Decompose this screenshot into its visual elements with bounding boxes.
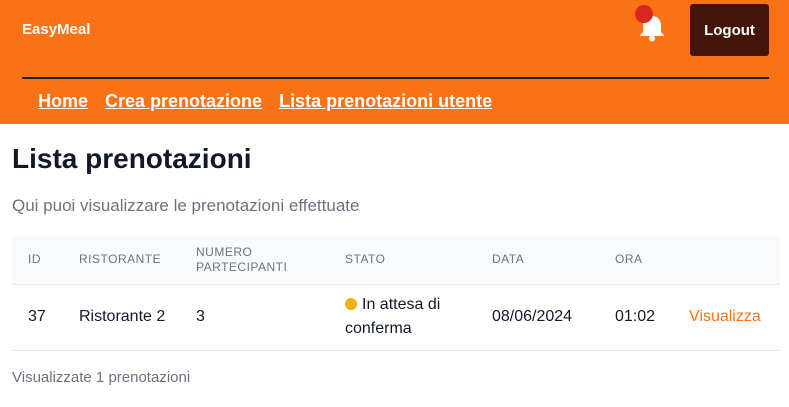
logout-button[interactable]: Logout (690, 4, 769, 56)
cell-date: 08/06/2024 (492, 308, 573, 325)
brand-logo[interactable]: EasyMeal (22, 21, 90, 38)
column-header-actions (673, 236, 780, 284)
main-nav: Home Crea prenotazione Lista prenotazion… (38, 91, 492, 112)
cell-time: 01:02 (615, 308, 656, 325)
status-badge: In attesa di conferma (345, 293, 457, 341)
column-header-id: ID (28, 252, 41, 267)
notification-badge (635, 5, 653, 23)
cell-action: Visualizza (673, 284, 780, 350)
nav-link-home[interactable]: Home (38, 91, 88, 112)
nav-link-create-reservation[interactable]: Crea prenotazione (105, 91, 262, 112)
reservations-table: ID RISTORANTE NUMERO PARTECIPANTI STATO … (12, 236, 780, 351)
column-header-date: DATA (492, 252, 525, 267)
column-header-participants: NUMERO PARTECIPANTI (196, 244, 288, 274)
status-label: In attesa di conferma (345, 296, 441, 337)
header-divider (22, 77, 769, 79)
results-count: Visualizzate 1 prenotazioni (12, 369, 191, 386)
column-header-time: ORA (615, 252, 643, 267)
status-dot-icon (345, 298, 357, 310)
page-subtitle: Qui puoi visualizzare le prenotazioni ef… (12, 196, 360, 215)
column-header-status: STATO (345, 252, 386, 267)
cell-restaurant: Ristorante 2 (63, 284, 180, 350)
cell-status: In attesa di conferma (329, 284, 476, 350)
nav-link-user-reservations[interactable]: Lista prenotazioni utente (279, 91, 492, 112)
cell-participants: 3 (196, 308, 205, 325)
cell-id: 37 (28, 308, 46, 325)
bell-icon (635, 5, 665, 42)
table-header-row: ID RISTORANTE NUMERO PARTECIPANTI STATO … (12, 236, 780, 284)
page-title: Lista prenotazioni (12, 143, 252, 174)
table-row: 37 Ristorante 2 3 In attesa di conferma … (12, 284, 780, 350)
notifications-button[interactable] (634, 4, 670, 44)
top-header: EasyMeal Logout Home Crea prenotazione L… (0, 0, 789, 124)
restaurant-name: Ristorante 2 (79, 308, 166, 325)
column-header-restaurant: RISTORANTE (79, 252, 162, 267)
view-reservation-link[interactable]: Visualizza (689, 308, 761, 325)
